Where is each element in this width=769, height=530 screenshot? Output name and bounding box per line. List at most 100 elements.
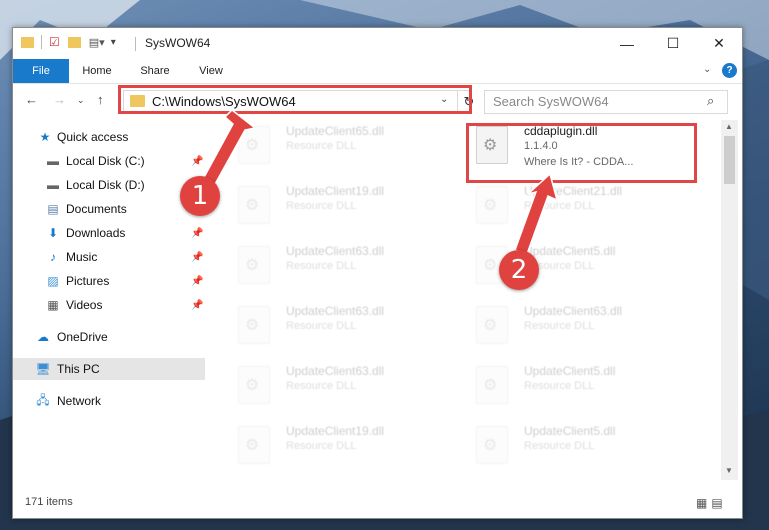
title-divider [135, 37, 136, 51]
new-folder-icon[interactable] [67, 36, 81, 48]
recent-locations-icon[interactable]: ⌄ [77, 95, 85, 106]
customize-toolbar-icon[interactable]: ▤▾ [89, 36, 105, 49]
file-type: Resource DLL [286, 440, 357, 452]
sidebar-item-pictures[interactable]: ▨ Pictures 📌 [13, 270, 205, 292]
file-type: Resource DLL [524, 380, 595, 392]
cloud-icon: ☁ [37, 330, 49, 344]
computer-icon: 🖥 [35, 362, 51, 376]
title-bar: ☑ ▤▾ ▾ SysWOW64 — ☐ ✕ [13, 28, 742, 59]
toolbar-dropdown-icon[interactable]: ▾ [111, 37, 116, 48]
tab-file[interactable]: File [13, 59, 69, 83]
network-icon: 🖧 [36, 392, 50, 407]
properties-icon[interactable]: ☑ [49, 35, 60, 49]
downloads-icon: ⬇ [47, 226, 59, 240]
file-type: Resource DLL [524, 440, 595, 452]
dll-file-icon [476, 426, 508, 464]
file-type: Resource DLL [286, 320, 357, 332]
pin-icon: 📌 [191, 275, 204, 287]
file-item[interactable]: UpdateClient63.dll Resource DLL [228, 300, 448, 350]
sidebar-item-label: Music [66, 250, 98, 264]
dll-file-icon [238, 426, 270, 464]
minimize-icon: — [620, 35, 634, 52]
search-placeholder: Search SysWOW64 [493, 94, 609, 109]
scroll-up-icon[interactable]: ▲ [725, 122, 733, 131]
dll-file-icon [476, 186, 508, 224]
file-name: UpdateClient63.dll [524, 304, 623, 318]
dll-file-icon [238, 246, 270, 284]
file-item[interactable]: UpdateClient19.dll Resource DLL [228, 420, 448, 470]
sidebar-item-onedrive[interactable]: ☁ OneDrive [13, 326, 205, 348]
sidebar-item-label: Local Disk (D:) [66, 178, 145, 192]
pin-icon: 📌 [191, 227, 204, 239]
file-item[interactable]: UpdateClient19.dll Resource DLL [228, 180, 448, 230]
view-toggle-icons[interactable]: ▦▤ [696, 496, 727, 510]
folder-icon [21, 36, 34, 48]
file-name: UpdateClient5.dll [524, 244, 616, 258]
file-item[interactable]: UpdateClient65.dll Resource DLL [228, 120, 448, 170]
file-name: UpdateClient5.dll [524, 424, 616, 438]
scroll-down-icon[interactable]: ▼ [725, 466, 733, 475]
file-type: Resource DLL [524, 200, 595, 212]
step-badge-1: 1 [180, 176, 220, 216]
sidebar-item-documents[interactable]: ▤ Documents 📌 [13, 198, 205, 220]
help-icon[interactable]: ? [722, 63, 737, 78]
sidebar-item-music[interactable]: ♪ Music 📌 [13, 246, 205, 268]
item-count: 171 items [25, 496, 73, 508]
vertical-scrollbar[interactable]: ▲ ▼ [721, 120, 738, 480]
search-icon: ⌕ [707, 93, 715, 108]
dll-file-icon [238, 186, 270, 224]
file-item[interactable]: UpdateClient21.dll Resource DLL [466, 180, 686, 230]
status-bar: 171 items ▦▤ [13, 492, 742, 516]
search-input[interactable]: Search SysWOW64 ⌕ [484, 90, 728, 114]
file-item[interactable]: UpdateClient63.dll Resource DLL [228, 240, 448, 290]
navigation-pane: ★ Quick access ▬ Local Disk (C:) 📌 ▬ Loc… [13, 120, 205, 480]
maximize-icon: ☐ [666, 35, 680, 51]
file-item[interactable]: UpdateClient5.dll Resource DLL [466, 360, 686, 410]
sidebar-item-downloads[interactable]: ⬇ Downloads 📌 [13, 222, 205, 244]
file-item[interactable]: UpdateClient63.dll Resource DLL [466, 300, 686, 350]
minimize-button[interactable]: — [604, 28, 650, 59]
file-name: UpdateClient63.dll [286, 304, 385, 318]
sidebar-item-label: Network [57, 394, 102, 408]
sidebar-item-label: Quick access [57, 130, 129, 144]
sidebar-item-label: This PC [57, 362, 100, 376]
tab-share[interactable]: Share [133, 59, 177, 83]
sidebar-item-local-disk-d[interactable]: ▬ Local Disk (D:) [13, 174, 205, 196]
pin-icon: 📌 [191, 299, 204, 311]
tab-view[interactable]: View [189, 59, 233, 83]
file-name: UpdateClient63.dll [286, 364, 385, 378]
file-name: UpdateClient63.dll [286, 244, 385, 258]
scrollbar-thumb[interactable] [724, 136, 735, 184]
documents-icon: ▤ [47, 202, 59, 216]
file-type: Resource DLL [524, 320, 595, 332]
pin-icon: 📌 [191, 251, 204, 263]
sidebar-item-this-pc[interactable]: 🖥 This PC [13, 358, 205, 380]
file-name: UpdateClient19.dll [286, 184, 385, 198]
dll-file-icon [238, 306, 270, 344]
tab-home[interactable]: Home [75, 59, 119, 83]
sidebar-item-local-disk-c[interactable]: ▬ Local Disk (C:) 📌 [13, 150, 205, 172]
forward-arrow-icon[interactable]: → [53, 92, 66, 107]
file-item[interactable]: UpdateClient63.dll Resource DLL [228, 360, 448, 410]
maximize-button[interactable]: ☐ [650, 28, 696, 59]
close-button[interactable]: ✕ [696, 28, 742, 59]
file-type: Resource DLL [286, 260, 357, 272]
file-type: Resource DLL [286, 140, 357, 152]
sidebar-item-quick-access[interactable]: ★ Quick access [13, 126, 205, 148]
expand-ribbon-icon[interactable]: ⌄ [703, 64, 711, 75]
drive-icon: ▬ [47, 154, 59, 168]
sidebar-item-label: Downloads [66, 226, 126, 240]
quick-access-toolbar: ☑ ▤▾ ▾ [21, 35, 116, 49]
sidebar-item-label: OneDrive [57, 330, 108, 344]
sidebar-item-label: Videos [66, 298, 103, 312]
window-title: SysWOW64 [145, 36, 211, 50]
file-name: UpdateClient5.dll [524, 364, 616, 378]
up-arrow-icon[interactable]: ↑ [97, 92, 104, 107]
back-arrow-icon[interactable]: ← [25, 92, 38, 107]
file-item[interactable]: UpdateClient5.dll Resource DLL [466, 420, 686, 470]
sidebar-item-network[interactable]: 🖧 Network [13, 390, 205, 412]
sidebar-item-videos[interactable]: ▦ Videos 📌 [13, 294, 205, 316]
dll-file-icon [476, 366, 508, 404]
pin-icon: 📌 [191, 155, 204, 167]
dll-file-icon [238, 126, 270, 164]
